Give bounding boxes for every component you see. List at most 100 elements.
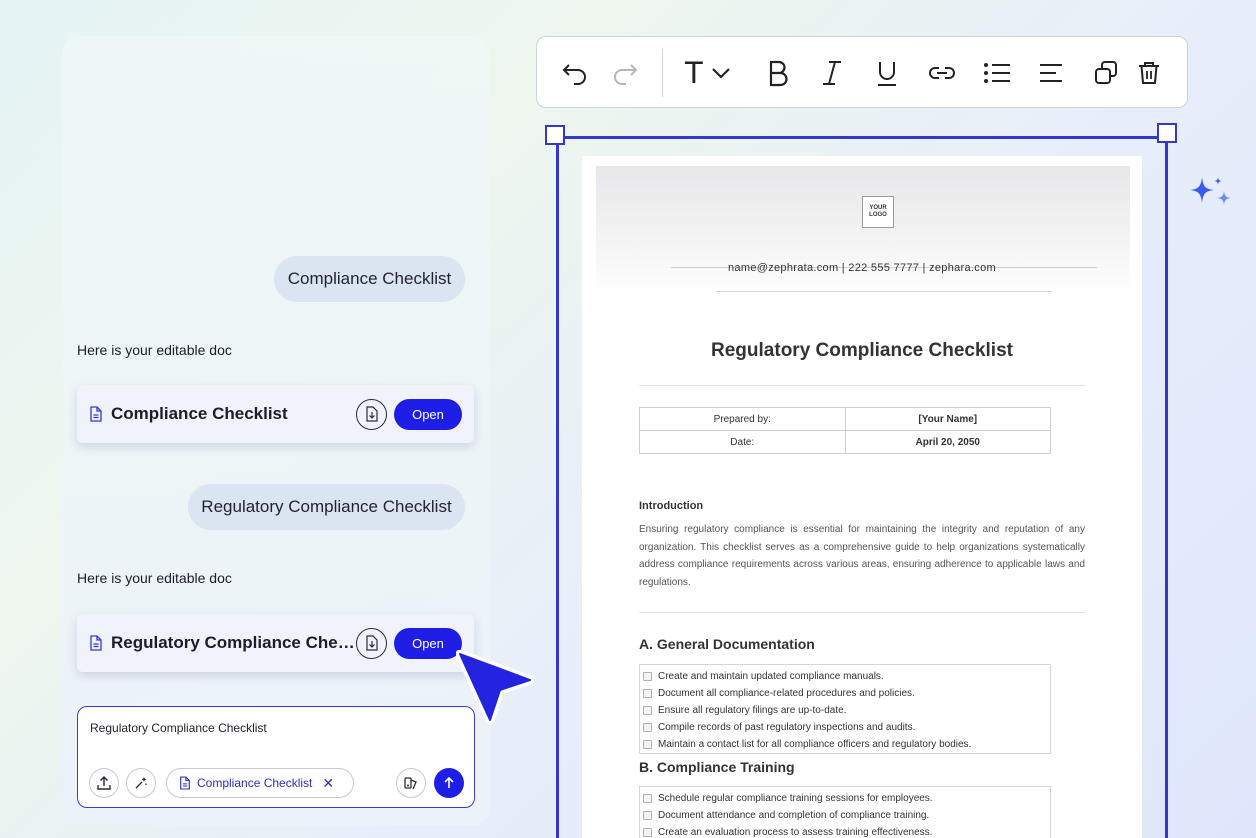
checklist-item[interactable]: Schedule regular compliance training ses…	[640, 790, 1050, 807]
send-button[interactable]	[434, 768, 464, 798]
checkbox[interactable]	[643, 811, 652, 820]
upload-button[interactable]	[89, 768, 119, 798]
user-message: Regulatory Compliance Checklist	[188, 484, 465, 530]
checklist-item[interactable]: Maintain a contact list for all complian…	[640, 736, 1050, 753]
document-icon	[89, 406, 103, 422]
meta-label: Date:	[639, 430, 846, 454]
redo-icon	[614, 64, 638, 85]
arrow-up-icon	[444, 776, 454, 788]
logo: YOUR LOGO	[862, 196, 894, 228]
checklist-item[interactable]: Document attendance and completion of co…	[640, 807, 1050, 824]
resize-handle-top-left[interactable]	[545, 125, 565, 145]
chip-label: Compliance Checklist	[197, 776, 313, 790]
chat-panel: Compliance Checklist Here is your editab…	[62, 36, 490, 826]
document-icon	[180, 776, 190, 790]
checklist-item[interactable]: Document all compliance-related procedur…	[640, 685, 1050, 702]
bot-message: Here is your editable doc	[77, 342, 232, 358]
meta-label: Prepared by:	[639, 407, 846, 431]
checklist-item-text: Create an evaluation process to assess t…	[658, 827, 933, 838]
checklist-item[interactable]: Create an evaluation process to assess t…	[640, 824, 1050, 838]
chip-close-icon[interactable]: ✕	[322, 775, 334, 792]
bold-icon	[769, 60, 788, 87]
checkbox[interactable]	[643, 828, 652, 837]
divider	[716, 291, 1052, 292]
document-header: YOUR LOGO	[596, 166, 1130, 296]
italic-button[interactable]	[816, 57, 848, 89]
attachment-chip[interactable]: Compliance Checklist ✕	[166, 768, 354, 798]
document-icon	[89, 635, 103, 651]
section-title: A. General Documentation	[639, 636, 815, 652]
underline-button[interactable]	[871, 57, 903, 89]
section-title: B. Compliance Training	[639, 759, 795, 775]
duplicate-button[interactable]	[1090, 57, 1122, 89]
composer-input[interactable]: Regulatory Compliance Checklist	[90, 721, 267, 735]
resize-handle-top-right[interactable]	[1157, 123, 1177, 143]
align-left-icon	[1040, 64, 1062, 82]
checklist-item-text: Compile records of past regulatory inspe…	[658, 722, 916, 733]
magic-button[interactable]	[126, 768, 156, 798]
checklist: Create and maintain updated compliance m…	[639, 664, 1051, 754]
document-page[interactable]: YOUR LOGO name@zephrata.com | 222 555 77…	[582, 156, 1142, 838]
checkbox[interactable]	[643, 672, 652, 681]
user-message-text: Regulatory Compliance Checklist	[201, 497, 452, 516]
meta-table: Prepared by: [Your Name] Date: April 20,…	[639, 407, 1051, 454]
template-button[interactable]	[396, 768, 426, 798]
checklist-item-text: Document attendance and completion of co…	[658, 810, 930, 821]
doc-card[interactable]: Regulatory Compliance Checklist Open	[77, 614, 474, 672]
meta-value: April 20, 2050	[844, 430, 1051, 454]
trash-icon	[1139, 62, 1159, 84]
checkbox[interactable]	[643, 706, 652, 715]
divider	[639, 385, 1086, 386]
palette-icon	[404, 777, 417, 790]
download-file-icon	[365, 406, 378, 422]
duplicate-icon	[1095, 61, 1117, 84]
user-message: Compliance Checklist	[274, 256, 465, 302]
checkbox[interactable]	[643, 740, 652, 749]
meta-value: [Your Name]	[844, 407, 1051, 431]
doc-card-title: Compliance Checklist	[111, 404, 288, 423]
chevron-down-icon	[711, 68, 730, 79]
bullet-list-icon	[984, 63, 1010, 83]
sparkle-icon	[1190, 177, 1231, 205]
divider	[639, 612, 1086, 613]
checkbox[interactable]	[643, 689, 652, 698]
underline-icon	[878, 62, 896, 86]
link-button[interactable]	[926, 57, 958, 89]
checkbox[interactable]	[643, 794, 652, 803]
table-row: Prepared by: [Your Name]	[639, 407, 1051, 431]
intro-heading: Introduction	[639, 500, 704, 512]
intro-body: Ensuring regulatory compliance is essent…	[639, 524, 1085, 588]
text-style-dropdown[interactable]: T	[685, 57, 747, 89]
open-button[interactable]: Open	[394, 398, 462, 430]
bot-message: Here is your editable doc	[77, 570, 232, 586]
download-file-icon	[365, 635, 378, 651]
open-button[interactable]: Open	[394, 627, 462, 659]
sparkle-wand-icon	[135, 777, 148, 789]
table-row: Date: April 20, 2050	[639, 430, 1051, 454]
checklist-item[interactable]: Create and maintain updated compliance m…	[640, 668, 1050, 685]
document-title: Regulatory Compliance Checklist	[711, 340, 1013, 361]
bold-button[interactable]	[762, 57, 794, 89]
checklist: Schedule regular compliance training ses…	[639, 786, 1051, 838]
bullet-list-button[interactable]	[981, 57, 1013, 89]
download-button[interactable]	[356, 398, 387, 430]
doc-card[interactable]: Compliance Checklist Open	[77, 385, 474, 443]
doc-card-title: Regulatory Compliance Checklist	[111, 633, 356, 652]
delete-button[interactable]	[1133, 57, 1165, 89]
text-style-icon: T	[685, 56, 703, 90]
checklist-item[interactable]: Compile records of past regulatory inspe…	[640, 719, 1050, 736]
contact-info: name@zephrata.com | 222 555 7777 | zepha…	[728, 262, 996, 274]
cursor-arrow-icon	[456, 650, 535, 725]
redo-button[interactable]	[609, 57, 641, 89]
checklist-item-text: Maintain a contact list for all complian…	[658, 739, 972, 750]
checkbox[interactable]	[643, 723, 652, 732]
checklist-item-text: Create and maintain updated compliance m…	[658, 671, 884, 682]
message-composer[interactable]: Regulatory Compliance Checklist Complian…	[77, 706, 475, 808]
checklist-item[interactable]: Ensure all regulatory filings are up-to-…	[640, 702, 1050, 719]
align-button[interactable]	[1035, 57, 1067, 89]
user-message-text: Compliance Checklist	[287, 269, 452, 288]
undo-button[interactable]	[559, 57, 591, 89]
link-icon	[929, 67, 955, 79]
download-button[interactable]	[356, 627, 387, 659]
upload-icon	[97, 776, 111, 790]
